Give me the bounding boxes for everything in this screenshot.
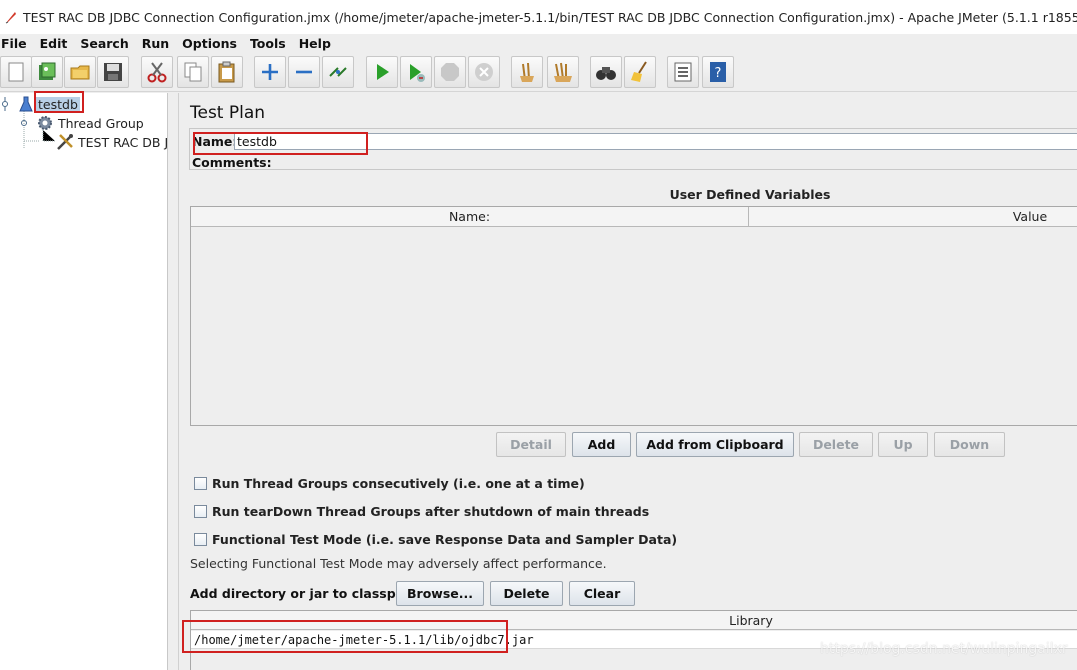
title-bar: TEST RAC DB JDBC Connection Configuratio… <box>0 0 1077 34</box>
start-no-pause-button[interactable] <box>400 56 432 88</box>
classpath-delete-button[interactable]: Delete <box>490 581 563 606</box>
functional-checkbox[interactable] <box>194 532 207 546</box>
clear-icon <box>520 62 534 82</box>
comments-label: Comments: <box>192 155 272 170</box>
test-tree: testdb Thread Group TEST RAC DB JD <box>0 91 178 670</box>
menu-options[interactable]: Options <box>182 36 237 51</box>
udv-column-value[interactable]: Value <box>750 207 1077 227</box>
tree-node-jdbc-config[interactable]: TEST RAC DB JD <box>56 133 178 151</box>
teardown-label: Run tearDown Thread Groups after shutdow… <box>212 503 650 519</box>
cut-icon <box>147 62 167 83</box>
browse-button[interactable]: Browse... <box>396 581 484 606</box>
collapse-all-button[interactable] <box>288 56 320 88</box>
clear-all-button[interactable] <box>547 56 579 88</box>
classpath-clear-button[interactable]: Clear <box>569 581 635 606</box>
down-button[interactable]: Down <box>934 432 1005 457</box>
clear-button[interactable] <box>511 56 543 88</box>
add-from-clipboard-button[interactable]: Add from Clipboard <box>636 432 794 457</box>
option-teardown[interactable]: Run tearDown Thread Groups after shutdow… <box>194 502 649 520</box>
detail-button[interactable]: Detail <box>496 432 566 457</box>
jmeter-feather-icon <box>4 10 18 24</box>
search-icon <box>596 67 616 80</box>
paste-icon <box>218 61 235 83</box>
start-icon <box>377 64 389 80</box>
save-icon <box>104 63 122 81</box>
menu-help[interactable]: Help <box>299 36 331 51</box>
functional-mode-note: Selecting Functional Test Mode may adver… <box>190 556 607 571</box>
toggle-button[interactable] <box>322 56 354 88</box>
templates-icon <box>39 62 56 80</box>
udv-table-header: Name: Value <box>191 207 1077 227</box>
delete-variable-button[interactable]: Delete <box>799 432 873 457</box>
function-helper-icon <box>674 62 692 82</box>
copy-button[interactable] <box>177 56 209 88</box>
teardown-checkbox[interactable] <box>194 504 207 518</box>
start-no-pause-icon <box>410 64 425 82</box>
watermark: https://blog.csdn.net/wulinpingailxr <box>820 641 1068 657</box>
option-functional[interactable]: Functional Test Mode (i.e. save Response… <box>194 530 677 548</box>
classpath-label: Add directory or jar to classpath <box>190 586 419 601</box>
consecutive-checkbox[interactable] <box>194 476 207 490</box>
highlight-box-library <box>182 620 508 653</box>
reset-search-button[interactable] <box>624 56 656 88</box>
open-icon <box>70 65 90 80</box>
reset-search-icon <box>631 61 647 82</box>
save-button[interactable] <box>97 56 129 88</box>
expand-icon <box>262 64 278 80</box>
help-button[interactable]: ? <box>702 56 734 88</box>
menu-file[interactable]: File <box>1 36 27 51</box>
new-icon <box>8 62 24 82</box>
templates-button[interactable] <box>31 56 63 88</box>
tree-node-label: TEST RAC DB JD <box>78 134 178 150</box>
clear-all-icon <box>554 62 572 82</box>
collapse-icon <box>296 70 312 74</box>
test-plan-icon <box>18 96 34 112</box>
functional-label: Functional Test Mode (i.e. save Response… <box>212 531 678 547</box>
new-button[interactable] <box>0 56 32 88</box>
toolbar: ? <box>0 52 1077 92</box>
test-plan-panel: Test Plan Name: testdb Comments: User De… <box>180 93 1077 670</box>
toggle-icon <box>329 67 347 77</box>
wrench-screwdriver-icon <box>56 133 74 151</box>
start-button[interactable] <box>366 56 398 88</box>
shutdown-button[interactable] <box>468 56 500 88</box>
highlight-box-testdb <box>34 91 84 113</box>
stop-icon <box>441 63 459 81</box>
shutdown-icon <box>475 63 493 81</box>
cut-button[interactable] <box>141 56 173 88</box>
udv-table[interactable]: Name: Value <box>190 206 1077 426</box>
menu-search[interactable]: Search <box>80 36 128 51</box>
highlight-box-name <box>193 132 368 155</box>
page-title: Test Plan <box>190 103 266 123</box>
paste-button[interactable] <box>211 56 243 88</box>
tree-node-label: Thread Group <box>58 115 144 131</box>
stop-button[interactable] <box>434 56 466 88</box>
udv-section-title: User Defined Variables <box>669 187 831 202</box>
gear-icon <box>36 114 54 132</box>
expand-all-button[interactable] <box>254 56 286 88</box>
menu-edit[interactable]: Edit <box>40 36 68 51</box>
open-button[interactable] <box>64 56 96 88</box>
jmeter-window: TEST RAC DB JDBC Connection Configuratio… <box>0 0 1077 670</box>
menu-tools[interactable]: Tools <box>250 36 286 51</box>
split-pane-divider[interactable] <box>169 93 179 670</box>
copy-icon <box>184 62 202 82</box>
menu-bar: File Edit Search Run Options Tools Help <box>0 34 1077 52</box>
up-button[interactable]: Up <box>878 432 928 457</box>
menu-run[interactable]: Run <box>142 36 169 51</box>
window-title: TEST RAC DB JDBC Connection Configuratio… <box>23 9 1077 25</box>
help-icon: ? <box>710 62 726 82</box>
function-helper-button[interactable] <box>667 56 699 88</box>
svg-text:?: ? <box>715 66 722 81</box>
tree-node-thread-group[interactable]: Thread Group <box>36 114 144 132</box>
consecutive-label: Run Thread Groups consecutively (i.e. on… <box>212 475 585 491</box>
option-consecutive[interactable]: Run Thread Groups consecutively (i.e. on… <box>194 474 585 492</box>
search-button[interactable] <box>590 56 622 88</box>
add-button[interactable]: Add <box>572 432 631 457</box>
udv-column-name[interactable]: Name: <box>191 207 749 227</box>
